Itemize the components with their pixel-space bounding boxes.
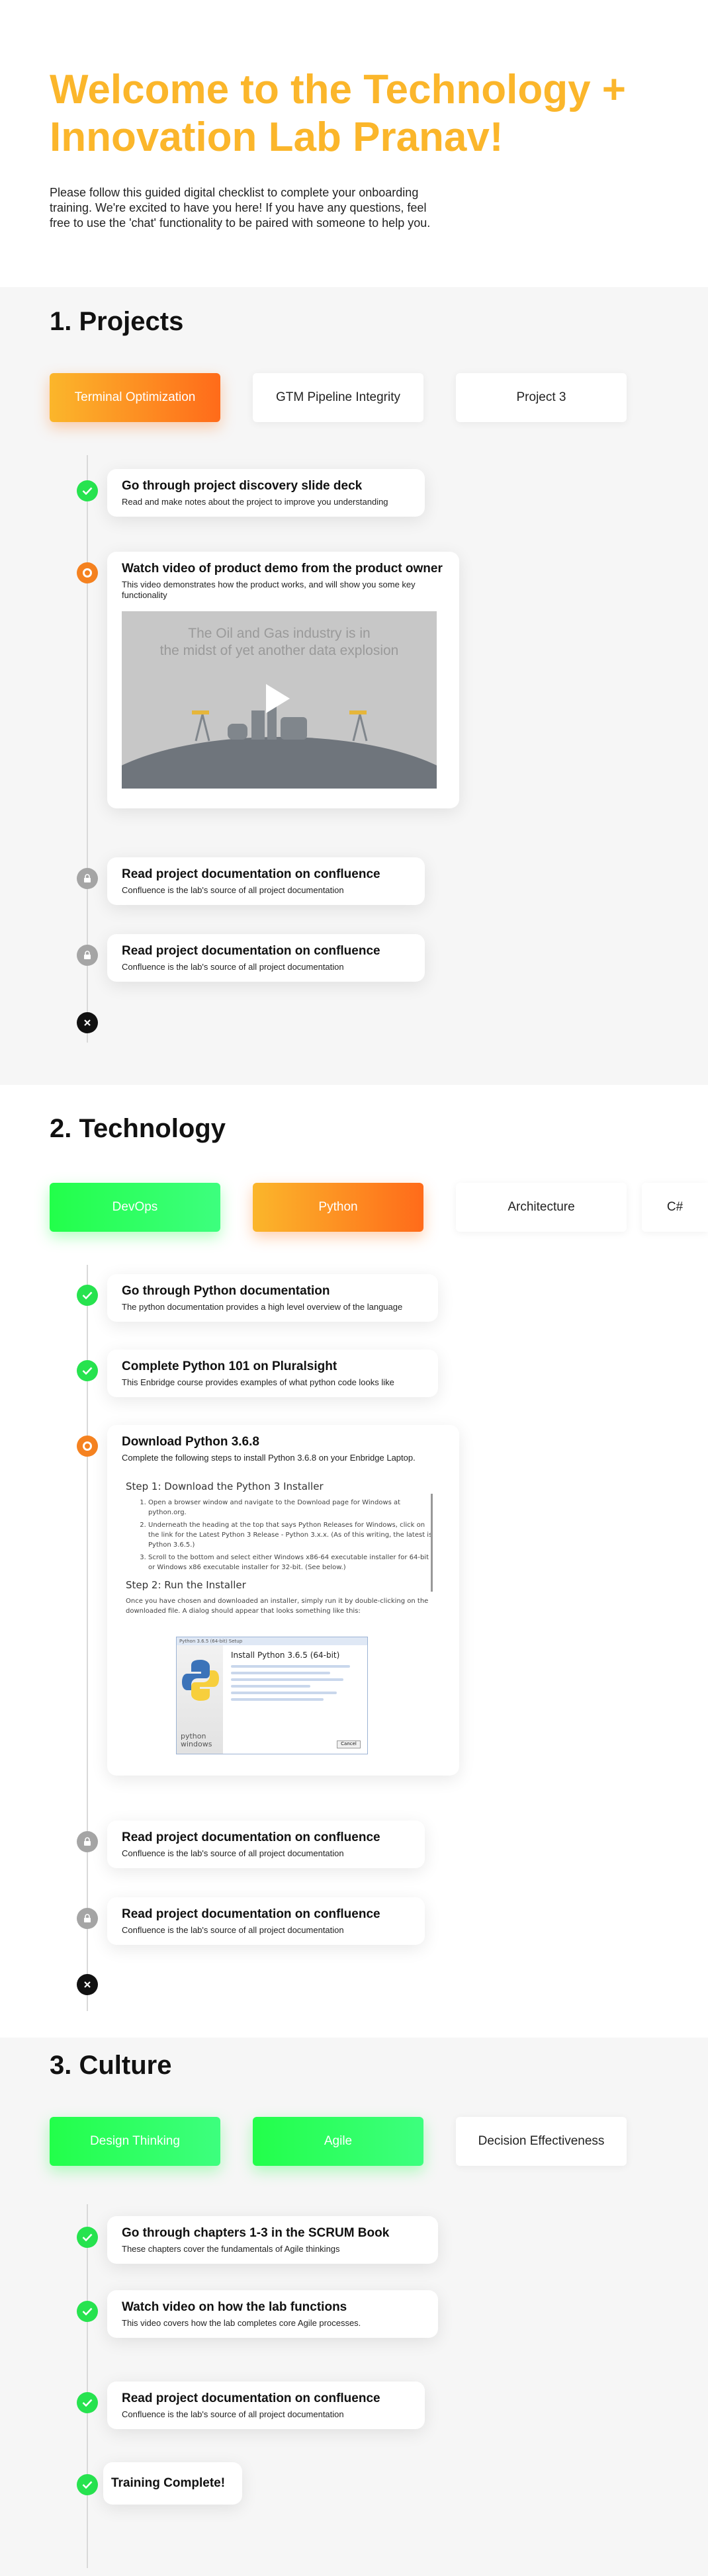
close-icon[interactable] <box>77 1012 98 1033</box>
check-icon <box>77 2474 98 2495</box>
step-card[interactable]: Read project documentation on confluence… <box>107 857 425 905</box>
culture-section: 3. Culture Design Thinking Agile Decisio… <box>0 2038 708 2576</box>
step-card[interactable]: Go through project discovery slide deck … <box>107 469 425 517</box>
projects-section: 1. Projects Terminal Optimization GTM Pi… <box>0 287 708 1085</box>
step-card[interactable]: Go through chapters 1-3 in the SCRUM Boo… <box>107 2216 438 2264</box>
check-icon <box>77 2301 98 2322</box>
tab-design-thinking[interactable]: Design Thinking <box>50 2117 220 2166</box>
instruction-text: Once you have chosen and downloaded an i… <box>126 1598 429 1615</box>
step-title: Download Python 3.6.8 <box>122 1435 259 1449</box>
instruction-heading: Step 1: Download the Python 3 Installer <box>126 1481 324 1492</box>
step-description: Confluence is the lab's source of all pr… <box>122 2409 344 2419</box>
instruction-item: Open a browser window and navigate to th… <box>148 1498 433 1518</box>
step-title: Read project documentation on confluence <box>122 944 380 958</box>
cancel-button: Cancel <box>337 1740 361 1748</box>
step-title: Watch video of product demo from the pro… <box>122 562 443 576</box>
step-description: The python documentation provides a high… <box>122 1302 403 1312</box>
step-description: Confluence is the lab's source of all pr… <box>122 962 344 972</box>
check-icon <box>77 2227 98 2248</box>
dialog-titlebar: Python 3.6.5 (64-bit) Setup <box>177 1637 367 1645</box>
step-card[interactable]: Complete Python 101 on Pluralsight This … <box>107 1350 438 1397</box>
step-card[interactable]: Read project documentation on confluence… <box>107 2382 425 2429</box>
step-title: Read project documentation on confluence <box>122 2391 380 2405</box>
step-title: Read project documentation on confluence <box>122 1830 380 1844</box>
welcome-title: Welcome to the Technology + Innovation L… <box>50 67 626 160</box>
step-title: Read project documentation on confluence <box>122 1907 380 1921</box>
step-card[interactable]: Download Python 3.6.8 Complete the follo… <box>107 1425 459 1776</box>
python-logo-icon <box>182 1660 219 1701</box>
step-description: This video demonstrates how the product … <box>122 580 416 600</box>
tab-python[interactable]: Python <box>253 1183 423 1232</box>
step-title: Go through chapters 1-3 in the SCRUM Boo… <box>122 2226 390 2240</box>
instruction-heading: Step 2: Run the Installer <box>126 1579 246 1591</box>
step-description: Confluence is the lab's source of all pr… <box>122 1925 344 1935</box>
instruction-list: Open a browser window and navigate to th… <box>148 1498 433 1572</box>
python-windows-brand: python windows <box>181 1732 212 1748</box>
scrollbar[interactable] <box>431 1494 433 1592</box>
step-card[interactable]: Watch video on how the lab functions Thi… <box>107 2290 438 2338</box>
play-icon[interactable] <box>266 684 290 713</box>
instruction-item: Scroll to the bottom and select either W… <box>148 1553 433 1572</box>
training-complete-card: Training Complete! <box>103 2462 242 2505</box>
check-icon <box>77 480 98 501</box>
video-player[interactable]: The Oil and Gas industry is in the midst… <box>122 611 437 789</box>
step-card[interactable]: Read project documentation on confluence… <box>107 1897 425 1945</box>
step-title: Complete Python 101 on Pluralsight <box>122 1359 337 1373</box>
lock-icon <box>77 868 98 889</box>
tab-architecture[interactable]: Architecture <box>456 1183 627 1232</box>
dialog-title: Install Python 3.6.5 (64-bit) <box>231 1651 340 1660</box>
tab-project-3[interactable]: Project 3 <box>456 373 627 422</box>
step-card[interactable]: Read project documentation on confluence… <box>107 934 425 982</box>
tab-devops[interactable]: DevOps <box>50 1183 220 1232</box>
step-description: These chapters cover the fundamentals of… <box>122 2244 340 2254</box>
tab-gtm-pipeline-integrity[interactable]: GTM Pipeline Integrity <box>253 373 423 422</box>
hero: Welcome to the Technology + Innovation L… <box>0 0 708 287</box>
step-title: Read project documentation on confluence <box>122 867 380 881</box>
section-title: 2. Technology <box>50 1114 226 1143</box>
instruction-item: Underneath the heading at the top that s… <box>148 1520 433 1550</box>
step-description: This video covers how the lab completes … <box>122 2318 361 2328</box>
step-description: Read and make notes about the project to… <box>122 497 388 507</box>
close-icon[interactable] <box>77 1974 98 1995</box>
section-title: 3. Culture <box>50 2051 172 2080</box>
step-description: This Enbridge course provides examples o… <box>122 1377 394 1387</box>
tab-agile[interactable]: Agile <box>253 2117 423 2166</box>
lock-icon <box>77 1831 98 1852</box>
tab-csharp[interactable]: C# <box>642 1183 708 1232</box>
step-title: Watch video on how the lab functions <box>122 2300 347 2314</box>
tab-decision-effectiveness[interactable]: Decision Effectiveness <box>456 2117 627 2166</box>
step-card[interactable]: Go through Python documentation The pyth… <box>107 1274 438 1322</box>
technology-section: 2. Technology DevOps Python Architecture… <box>0 1085 708 2038</box>
lock-icon <box>77 1908 98 1929</box>
lock-icon <box>77 945 98 966</box>
step-description: Confluence is the lab's source of all pr… <box>122 885 344 895</box>
step-card[interactable]: Watch video of product demo from the pro… <box>107 552 459 808</box>
intro-text: Please follow this guided digital checkl… <box>50 186 431 230</box>
in-progress-icon <box>77 562 98 583</box>
check-icon <box>77 1360 98 1381</box>
check-icon <box>77 2392 98 2413</box>
tab-terminal-optimization[interactable]: Terminal Optimization <box>50 373 220 422</box>
install-instructions[interactable]: Step 1: Download the Python 3 Installer … <box>122 1474 445 1758</box>
step-description: Confluence is the lab's source of all pr… <box>122 1848 344 1858</box>
step-title: Go through project discovery slide deck <box>122 479 363 493</box>
installer-screenshot: Python 3.6.5 (64-bit) Setup python windo… <box>176 1637 368 1754</box>
timeline-line <box>87 2204 88 2568</box>
step-card[interactable]: Read project documentation on confluence… <box>107 1821 425 1868</box>
step-title: Training Complete! <box>111 2476 226 2490</box>
check-icon <box>77 1285 98 1306</box>
in-progress-icon <box>77 1436 98 1457</box>
step-description: Complete the following steps to install … <box>122 1453 416 1463</box>
step-title: Go through Python documentation <box>122 1284 330 1298</box>
section-title: 1. Projects <box>50 307 184 336</box>
